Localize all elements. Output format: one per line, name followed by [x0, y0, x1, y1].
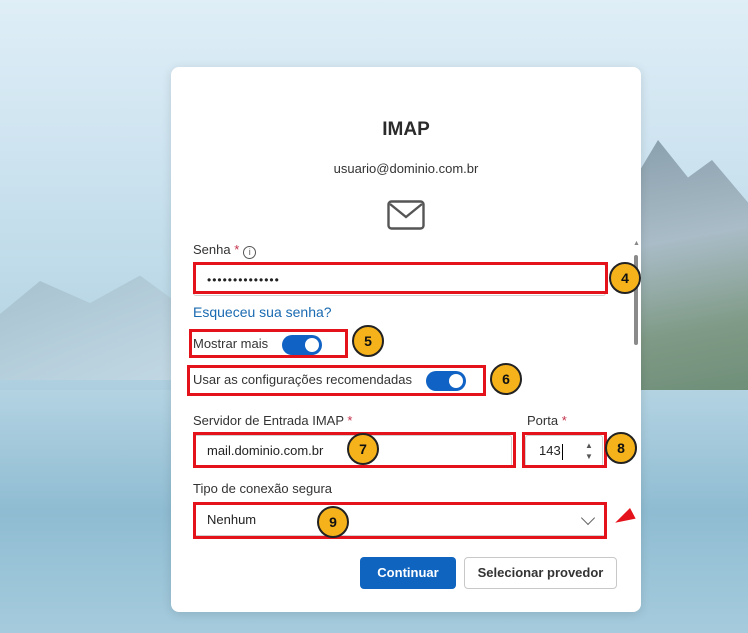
- chevron-down-icon: [580, 510, 596, 526]
- port-label: Porta *: [527, 413, 567, 428]
- security-type-label: Tipo de conexão segura: [193, 481, 333, 496]
- scroll-up-arrow-icon[interactable]: ▲: [633, 240, 640, 247]
- required-mark: *: [234, 242, 240, 257]
- recommended-settings-row: Usar as configurações recomendadas: [193, 370, 466, 391]
- annotation-badge-4: 4: [609, 262, 641, 294]
- imap-dialog: IMAP usuario@dominio.com.br ▲ Senha * i •…: [171, 67, 641, 612]
- forgot-password-link[interactable]: Esqueceu sua senha?: [193, 304, 332, 320]
- info-icon[interactable]: i: [243, 246, 257, 259]
- port-spinner[interactable]: ▲ ▼: [584, 440, 594, 462]
- password-label: Senha * i: [193, 242, 257, 259]
- spinner-down-icon[interactable]: ▼: [584, 451, 594, 462]
- required-mark: *: [561, 413, 567, 428]
- password-input[interactable]: ••••••••••••••: [193, 264, 606, 296]
- dialog-title: IMAP: [382, 119, 430, 140]
- recommended-settings-label: Usar as configurações recomendadas: [193, 372, 412, 387]
- annotation-badge-7: 7: [347, 433, 379, 465]
- security-type-select[interactable]: Nenhum: [193, 504, 606, 536]
- recommended-settings-toggle[interactable]: [425, 370, 466, 391]
- dialog-scrollbar[interactable]: ▲: [633, 240, 640, 381]
- show-more-toggle[interactable]: [281, 334, 322, 355]
- mail-icon: [387, 200, 425, 230]
- annotation-badge-9: 9: [317, 506, 349, 538]
- show-more-label: Mostrar mais: [193, 336, 269, 351]
- background-mountain-right: [628, 140, 748, 390]
- security-type-value: Nenhum: [207, 512, 257, 527]
- select-provider-button[interactable]: Selecionar provedor: [464, 557, 617, 589]
- required-mark: *: [347, 413, 353, 428]
- continue-button[interactable]: Continuar: [360, 557, 456, 589]
- text-caret: [561, 443, 563, 460]
- incoming-server-label: Servidor de Entrada IMAP *: [193, 413, 353, 428]
- port-value: 143: [539, 443, 561, 458]
- show-more-row: Mostrar mais: [193, 334, 322, 355]
- port-input[interactable]: 143 ▲ ▼: [525, 435, 603, 467]
- background-mountain-left: [0, 275, 200, 380]
- account-email: usuario@dominio.com.br: [333, 161, 479, 176]
- spinner-up-icon[interactable]: ▲: [584, 440, 594, 451]
- annotation-badge-5: 5: [352, 325, 384, 357]
- annotation-badge-8: 8: [605, 432, 637, 464]
- annotation-badge-6: 6: [490, 363, 522, 395]
